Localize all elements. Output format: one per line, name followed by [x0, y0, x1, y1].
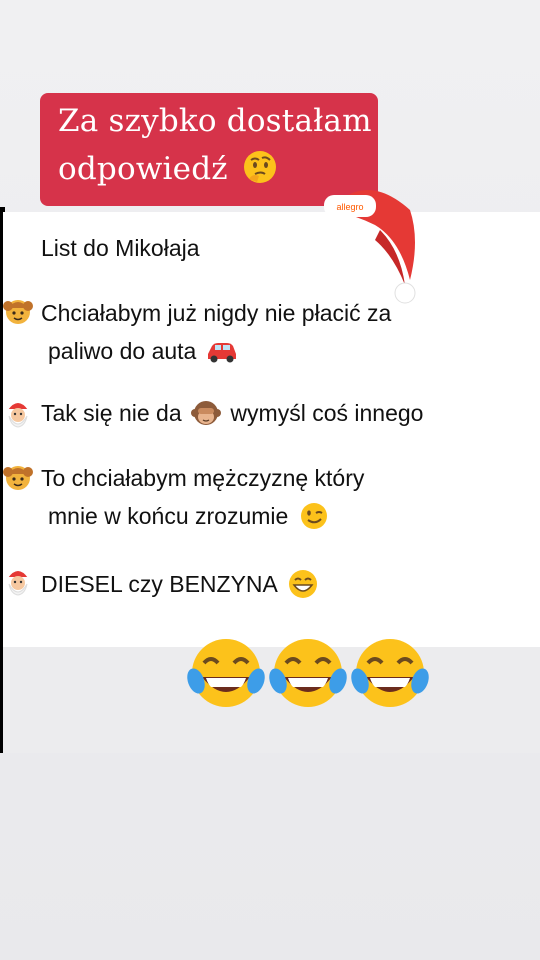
girl-avatar-icon — [3, 300, 33, 324]
allegro-logo-text: allegro — [336, 202, 363, 212]
santa-avatar-icon — [7, 571, 29, 596]
santa-hat-icon: allegro — [324, 190, 416, 304]
tears-of-joy-icon — [269, 639, 347, 707]
see-no-evil-monkey-icon — [191, 401, 222, 425]
message-2-row: Tak się nie da wymyśl coś innego — [41, 400, 423, 430]
winking-face-icon — [300, 503, 327, 529]
grinning-face-icon — [289, 570, 317, 598]
santa-avatar-icon — [7, 403, 29, 428]
tears-of-joy-icon — [351, 639, 429, 707]
thinking-face-icon — [243, 150, 276, 183]
letter-heading: List do Mikołaja — [41, 235, 200, 261]
laughing-emoji-row — [186, 635, 436, 715]
title-line-1: Za szybko dostałam — [58, 103, 372, 139]
message-4-text: DIESEL czy BENZYNA — [41, 571, 277, 598]
message-3-line-2-row: mnie w końcu zrozumie — [48, 503, 329, 533]
message-3-line-1: To chciałabym mężczyznę który — [41, 465, 365, 491]
title-line-2: odpowiedź — [58, 150, 278, 189]
girl-avatar-icon — [3, 466, 33, 490]
message-1-line-1: Chciałabym już nigdy nie płacić za — [41, 300, 392, 326]
message-2-part-2: wymyśl coś innego — [230, 400, 424, 427]
message-4-row: DIESEL czy BENZYNA — [41, 570, 319, 602]
tears-of-joy-icon — [187, 639, 265, 707]
car-icon — [207, 342, 236, 363]
title-line-2-text: odpowiedź — [58, 151, 228, 187]
message-2-part-1: Tak się nie da — [41, 400, 182, 427]
message-1-line-2: paliwo do auta — [48, 338, 197, 364]
message-3-line-2: mnie w końcu zrozumie — [48, 503, 289, 530]
message-1-line-2-row: paliwo do auta — [48, 338, 239, 366]
